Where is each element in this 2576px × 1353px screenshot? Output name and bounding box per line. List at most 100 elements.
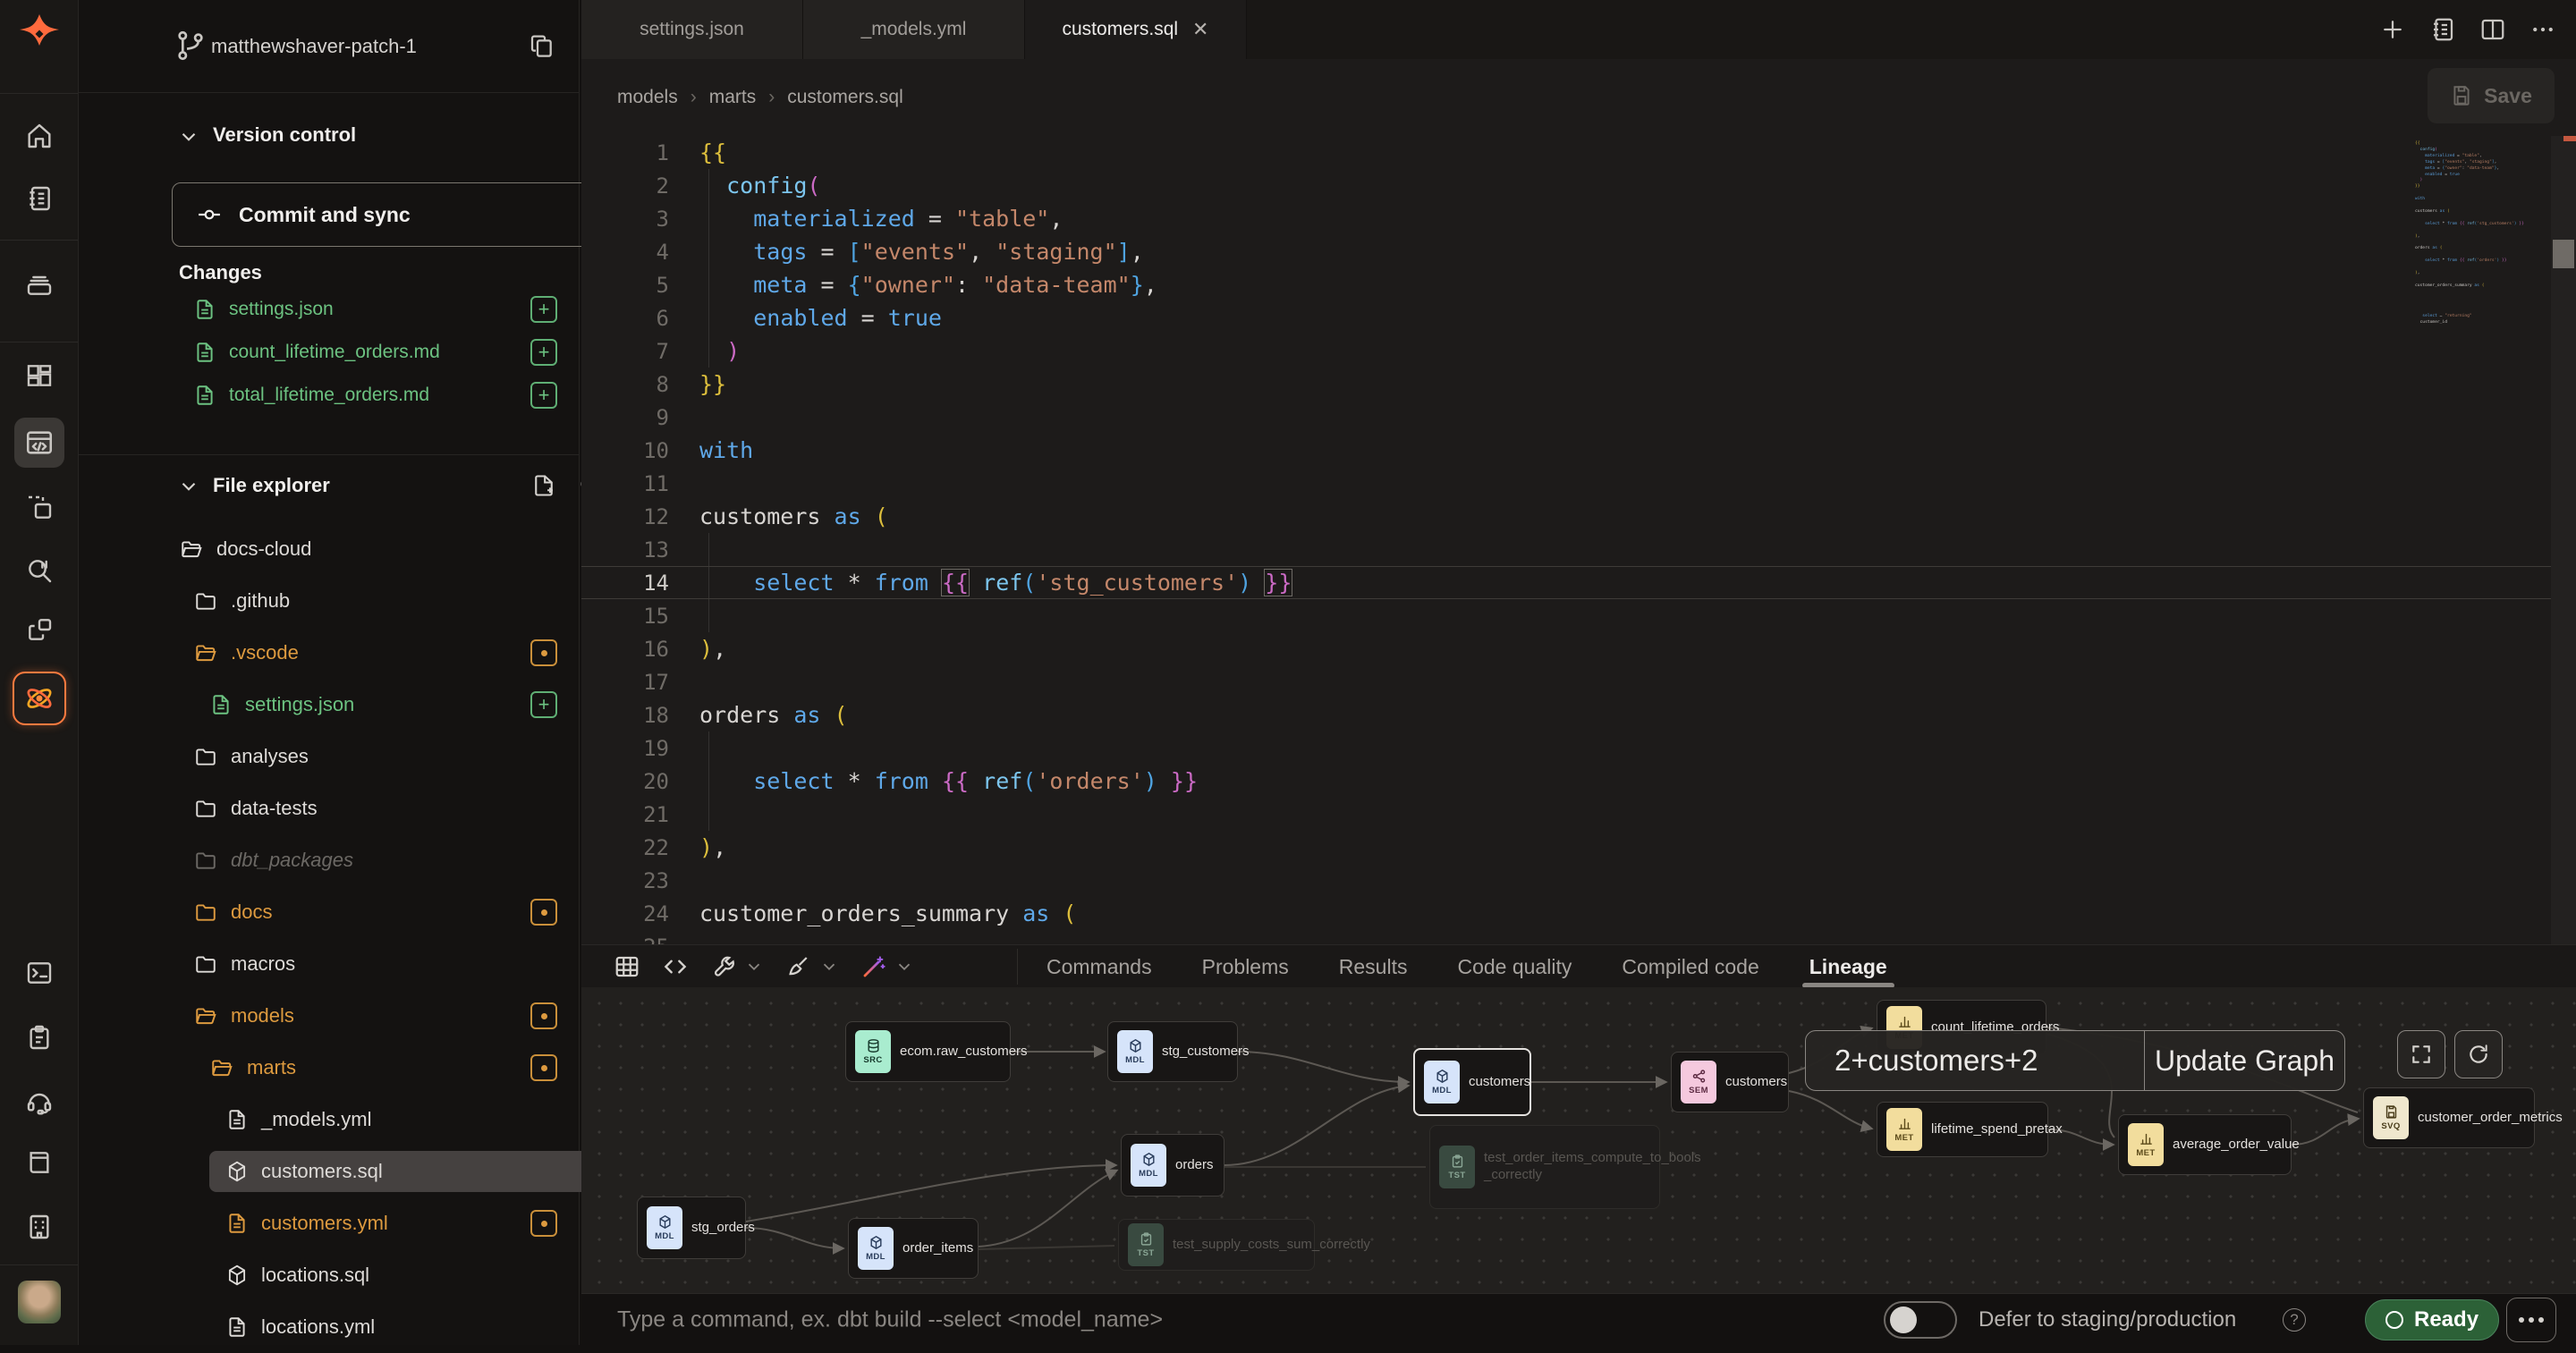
organization-icon[interactable] <box>25 1213 54 1241</box>
code-line-17[interactable]: 17 <box>581 665 2576 698</box>
lineage-node-customers-model[interactable]: MDL customers <box>1413 1048 1531 1116</box>
editor-scrollbar[interactable] <box>2551 136 2576 944</box>
code-line-16[interactable]: 16), <box>581 632 2576 665</box>
copy-branch-icon[interactable] <box>527 32 555 61</box>
code-line-1[interactable]: 1{{ <box>581 136 2576 169</box>
changed-file-count_lifetime_orders.md[interactable]: count_lifetime_orders.md + <box>79 331 579 374</box>
lineage-node-average-order-value[interactable]: MET average_order_value <box>2118 1114 2292 1175</box>
lineage-node-ecom-raw-customers[interactable]: SRC ecom.raw_customers <box>845 1021 1011 1082</box>
chevron-down-icon[interactable] <box>177 125 200 148</box>
code-line-4[interactable]: 4 tags = ["events", "staging"], <box>581 235 2576 268</box>
tree-item-analyses[interactable]: analyses <box>79 731 579 782</box>
tree-item-settings.json[interactable]: settings.json+ <box>79 679 579 731</box>
more-actions-button[interactable] <box>2506 1298 2556 1342</box>
tree-item-.github[interactable]: .github <box>79 575 579 627</box>
notebook-icon[interactable] <box>25 184 54 213</box>
tree-item-locations.yml[interactable]: locations.yml <box>79 1301 579 1353</box>
command-input[interactable]: Type a command, ex. dbt build --select <… <box>617 1306 1163 1332</box>
lineage-node-orders[interactable]: MDL orders <box>1121 1134 1224 1197</box>
ready-status-button[interactable]: Ready <box>2365 1299 2499 1340</box>
tree-item-docs[interactable]: docs <box>79 886 579 938</box>
code-line-8[interactable]: 8}} <box>581 368 2576 401</box>
code-line-19[interactable]: 19 <box>581 731 2576 765</box>
save-button[interactable]: Save <box>2428 68 2555 123</box>
breadcrumb-models[interactable]: models <box>617 87 678 108</box>
code-line-10[interactable]: 10with <box>581 434 2576 467</box>
code-line-18[interactable]: 18orders as ( <box>581 698 2576 731</box>
stage-add-badge[interactable]: + <box>530 296 557 323</box>
code-line-2[interactable]: 2 config( <box>581 169 2576 202</box>
breadcrumb-marts[interactable]: marts <box>709 87 757 108</box>
inbox-stack-icon[interactable] <box>25 270 54 299</box>
search-insights-icon[interactable] <box>25 556 54 585</box>
tree-item-docs-cloud[interactable]: docs-cloud <box>79 523 579 575</box>
frame-select-icon[interactable] <box>25 494 54 522</box>
tree-item-locations.sql[interactable]: locations.sql <box>79 1249 579 1301</box>
changed-file-settings.json[interactable]: settings.json + <box>79 288 579 331</box>
headset-support-icon[interactable] <box>25 1087 54 1116</box>
code-line-12[interactable]: 12customers as ( <box>581 500 2576 533</box>
panel-tab-compiled-code[interactable]: Compiled code <box>1622 945 1758 988</box>
code-line-15[interactable]: 15 <box>581 599 2576 632</box>
tree-item-customers.yml[interactable]: customers.yml <box>79 1197 579 1249</box>
editor-tab-customers.sql[interactable]: customers.sql✕ <box>1025 0 1247 59</box>
code-line-25[interactable]: 25 <box>581 930 2576 944</box>
tree-item-.vscode[interactable]: .vscode <box>79 627 579 679</box>
branch-name[interactable]: matthewshaver-patch-1 <box>211 35 417 58</box>
code-editor[interactable]: 1{{2 config(3 materialized = "table",4 t… <box>581 136 2576 944</box>
panel-tab-code-quality[interactable]: Code quality <box>1457 945 1572 988</box>
dbt-copilot-atom-icon[interactable] <box>22 681 56 715</box>
user-avatar[interactable] <box>18 1281 61 1323</box>
commit-and-sync-button[interactable]: Commit and sync <box>172 182 651 247</box>
editor-tab-_models.yml[interactable]: _models.yml <box>803 0 1025 59</box>
ai-assist-dropdown[interactable] <box>860 953 914 980</box>
panel-tab-lineage[interactable]: Lineage <box>1809 945 1887 988</box>
new-file-icon[interactable] <box>531 473 556 498</box>
code-editor-icon[interactable] <box>24 427 55 458</box>
stage-add-badge[interactable]: + <box>530 339 557 366</box>
code-line-21[interactable]: 21 <box>581 798 2576 831</box>
lineage-search-box[interactable]: 2+customers+2 Update Graph <box>1805 1030 2345 1091</box>
lineage-node-test-supply-costs[interactable]: TST test_supply_costs_sum_correctly <box>1118 1219 1315 1271</box>
lineage-node-stg-orders[interactable]: MDL stg_orders <box>637 1197 746 1259</box>
panel-tab-commands[interactable]: Commands <box>1046 945 1152 988</box>
lineage-node-test-order-items[interactable]: TST test_order_items_compute_to_bools_co… <box>1429 1125 1660 1209</box>
close-tab-icon[interactable]: ✕ <box>1192 18 1208 41</box>
chevron-down-icon[interactable] <box>177 475 200 498</box>
update-graph-button[interactable]: Update Graph <box>2144 1031 2344 1090</box>
fullscreen-button[interactable] <box>2397 1030 2445 1078</box>
tree-item-models[interactable]: models <box>79 990 579 1042</box>
refresh-graph-button[interactable] <box>2454 1030 2503 1078</box>
code-line-13[interactable]: 13 <box>581 533 2576 566</box>
lineage-node-customer-order-metrics[interactable]: SVQ customer_order_metrics <box>2363 1087 2535 1148</box>
lineage-search-input[interactable]: 2+customers+2 <box>1835 1044 2144 1078</box>
breadcrumb-customers.sql[interactable]: customers.sql <box>787 87 903 108</box>
panel-tab-results[interactable]: Results <box>1339 945 1408 988</box>
changed-file-total_lifetime_orders.md[interactable]: total_lifetime_orders.md + <box>79 374 579 417</box>
code-line-3[interactable]: 3 materialized = "table", <box>581 202 2576 235</box>
tree-item-_models.yml[interactable]: _models.yml <box>79 1094 579 1146</box>
clipboard-icon[interactable] <box>25 1023 54 1052</box>
notebook-panel-icon[interactable] <box>2429 16 2456 43</box>
new-tab-icon[interactable] <box>2379 16 2406 43</box>
code-line-20[interactable]: 20 select * from {{ ref('orders') }} <box>581 765 2576 798</box>
panel-tab-problems[interactable]: Problems <box>1202 945 1289 988</box>
tree-item-customers.sql[interactable]: customers.sql <box>79 1146 579 1197</box>
format-dropdown[interactable] <box>785 953 839 980</box>
stage-add-badge[interactable]: + <box>530 382 557 409</box>
tree-item-marts[interactable]: marts <box>79 1042 579 1094</box>
code-line-11[interactable]: 11 <box>581 467 2576 500</box>
dashboard-grid-icon[interactable] <box>25 361 54 390</box>
lineage-node-customers-semantic[interactable]: SEM customers <box>1671 1052 1789 1112</box>
more-options-icon[interactable] <box>2529 16 2556 43</box>
help-icon[interactable]: ? <box>2283 1308 2306 1332</box>
tree-item-macros[interactable]: macros <box>79 938 579 990</box>
scrollbar-thumb[interactable] <box>2553 240 2574 268</box>
code-toggle-icon[interactable] <box>662 953 689 980</box>
code-line-7[interactable]: 7 ) <box>581 334 2576 368</box>
code-line-6[interactable]: 6 enabled = true <box>581 301 2576 334</box>
windows-link-icon[interactable] <box>25 615 54 644</box>
build-tools-dropdown[interactable] <box>710 953 764 980</box>
split-editor-icon[interactable] <box>2479 16 2506 43</box>
code-line-14[interactable]: 14 select * from {{ ref('stg_customers')… <box>581 566 2576 599</box>
